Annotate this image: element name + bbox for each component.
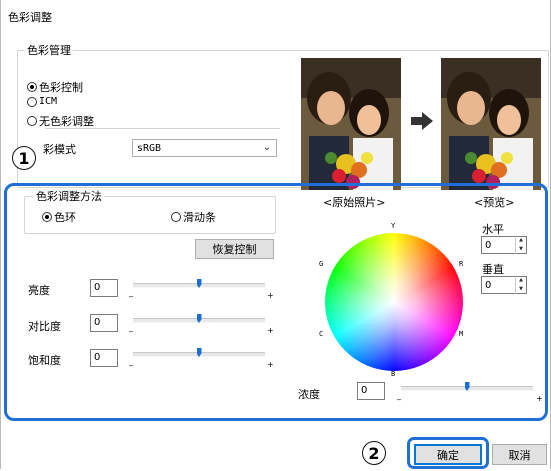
density-max-mark: + xyxy=(536,394,543,403)
contrast-min-mark: _ xyxy=(129,323,133,332)
horizontal-spin-buttons[interactable]: ▲ ▼ xyxy=(515,236,526,254)
original-photo xyxy=(301,58,401,190)
brightness-min-mark: _ xyxy=(129,288,133,297)
crosshair-icon[interactable]: + xyxy=(389,295,397,306)
wheel-label-c: C xyxy=(319,330,324,338)
density-label: 浓度 xyxy=(298,388,320,401)
radio-label: 无色彩调整 xyxy=(39,115,94,128)
color-mode-label: 彩模式 xyxy=(43,143,76,156)
divider xyxy=(45,128,280,129)
color-adjustment-dialog: 色彩调整 色彩管理 色彩控制 ICM 无色彩调整 彩模式 sRGB ⌄ 1 色彩… xyxy=(0,0,551,469)
saturation-label: 饱和度 xyxy=(28,354,61,367)
radio-dot xyxy=(27,96,37,107)
vertical-spinner[interactable]: 0 ▲ ▼ xyxy=(481,276,527,294)
vertical-spin-buttons[interactable]: ▲ ▼ xyxy=(515,276,526,294)
spin-up-icon[interactable]: ▲ xyxy=(516,276,526,285)
color-mode-select[interactable]: sRGB ⌄ xyxy=(132,139,277,157)
spin-down-icon[interactable]: ▼ xyxy=(516,285,526,294)
radio-slide-bar[interactable]: 滑动条 xyxy=(171,209,216,225)
arrow-right-icon xyxy=(411,112,433,130)
radio-color-control[interactable]: 色彩控制 xyxy=(27,79,83,95)
brightness-input[interactable]: 0 xyxy=(90,279,118,297)
wheel-label-g: G xyxy=(319,260,324,268)
vertical-label: 垂直 xyxy=(482,263,504,276)
brightness-max-mark: + xyxy=(267,291,274,300)
saturation-min-mark: _ xyxy=(129,357,133,366)
contrast-input[interactable]: 0 xyxy=(90,314,118,332)
brightness-label: 亮度 xyxy=(28,284,50,297)
adjustment-method-legend: 色彩调整方法 xyxy=(34,188,104,204)
horizontal-label: 水平 xyxy=(482,223,504,236)
density-min-mark: _ xyxy=(397,391,401,400)
saturation-input[interactable]: 0 xyxy=(90,349,118,367)
color-management-legend: 色彩管理 xyxy=(25,42,73,58)
radio-dot xyxy=(171,212,181,222)
wheel-label-m: M xyxy=(459,330,464,338)
reset-control-button[interactable]: 恢复控制 xyxy=(195,239,274,259)
horizontal-spinner[interactable]: 0 ▲ ▼ xyxy=(481,236,527,254)
wheel-label-b: B xyxy=(391,370,396,378)
radio-label: 滑动条 xyxy=(183,211,216,224)
radio-icm[interactable]: ICM xyxy=(27,96,57,107)
ok-button[interactable]: 确定 xyxy=(414,444,482,465)
dialog-title: 色彩调整 xyxy=(8,11,52,24)
saturation-max-mark: + xyxy=(267,360,274,369)
radio-dot xyxy=(27,116,37,126)
radio-label: ICM xyxy=(39,96,58,107)
contrast-label: 对比度 xyxy=(28,320,61,333)
radio-color-circle[interactable]: 色环 xyxy=(42,209,76,225)
horizontal-value: 0 xyxy=(485,239,492,251)
color-mode-value: sRGB xyxy=(137,142,162,154)
vertical-value: 0 xyxy=(485,279,492,291)
preview-caption: <预览> xyxy=(474,196,515,209)
radio-label: 色彩控制 xyxy=(39,81,83,94)
radio-dot xyxy=(27,82,37,92)
wheel-label-r: R xyxy=(459,260,464,268)
wheel-label-y: Y xyxy=(391,222,396,230)
spin-up-icon[interactable]: ▲ xyxy=(516,236,526,245)
radio-label: 色环 xyxy=(54,211,76,224)
radio-no-color-adjustment[interactable]: 无色彩调整 xyxy=(27,113,94,129)
contrast-max-mark: + xyxy=(267,326,274,335)
callout-number-1: 1 xyxy=(12,146,36,170)
radio-dot xyxy=(42,212,52,222)
original-photo-caption: <原始照片> xyxy=(323,196,386,209)
spin-down-icon[interactable]: ▼ xyxy=(516,245,526,254)
chevron-down-icon: ⌄ xyxy=(262,142,271,153)
density-input[interactable]: 0 xyxy=(357,382,385,400)
cancel-button[interactable]: 取消 xyxy=(492,444,547,465)
callout-number-2: 2 xyxy=(362,441,386,465)
preview-photo xyxy=(441,58,541,190)
